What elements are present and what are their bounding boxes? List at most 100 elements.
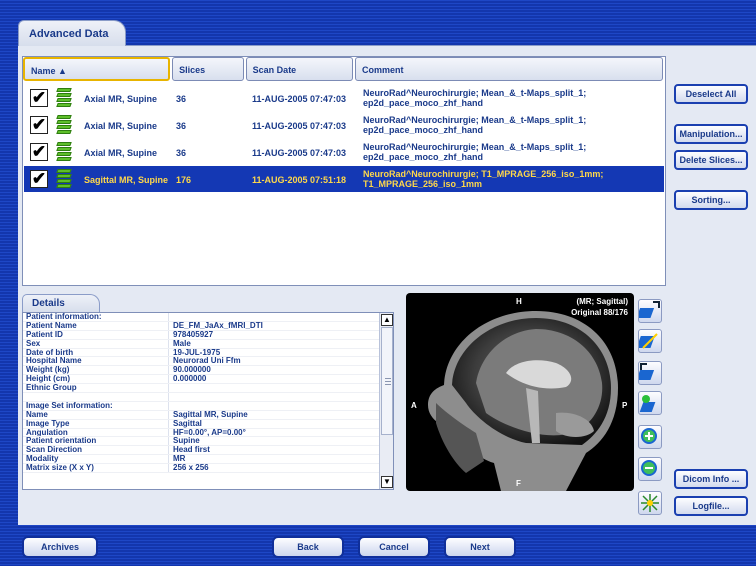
series-list: Name ▲ Slices Scan Date Comment ✔ Axial M… bbox=[22, 56, 666, 286]
orientation-right: P bbox=[622, 401, 628, 410]
sorting-button[interactable]: Sorting... bbox=[674, 190, 748, 210]
detail-key: Height (cm) bbox=[23, 375, 169, 384]
detail-key: Angulation bbox=[23, 428, 169, 437]
orientation-bottom: F bbox=[516, 479, 521, 488]
row-checkbox[interactable]: ✔ bbox=[30, 143, 48, 161]
zoom-out-icon[interactable] bbox=[638, 457, 662, 481]
move-icon[interactable] bbox=[638, 391, 662, 415]
detail-value: Male bbox=[173, 338, 191, 348]
detail-value: DE_FM_JaAx_fMRI_DTI bbox=[173, 320, 263, 330]
detail-value: 19-JUL-1975 bbox=[173, 347, 221, 357]
cell-slices: 36 bbox=[176, 148, 187, 158]
cell-name: Axial MR, Supine bbox=[84, 148, 158, 158]
dicom-info-button[interactable]: Dicom Info ... bbox=[674, 469, 748, 489]
series-stack-icon bbox=[56, 88, 73, 108]
detail-key: Ethnic Group bbox=[23, 384, 169, 393]
detail-value: Neurorad Uni Ffm bbox=[173, 356, 241, 366]
detail-value: Supine bbox=[173, 436, 200, 446]
cell-scan-date: 11-AUG-2005 07:47:03 bbox=[252, 121, 347, 131]
detail-row: Angulation HF=0.00°, AP=0.00° bbox=[23, 428, 393, 438]
detail-row: Name Sagittal MR, Supine bbox=[23, 409, 393, 420]
detail-value bbox=[169, 393, 173, 401]
center-icon[interactable] bbox=[638, 491, 662, 515]
detail-key: Patient Name bbox=[23, 321, 169, 330]
detail-row bbox=[23, 393, 393, 402]
series-stack-icon bbox=[56, 142, 73, 162]
detail-key: Image Type bbox=[23, 419, 169, 428]
viewer-info-line2: Original 88/176 bbox=[571, 308, 628, 317]
list-header: Name ▲ Slices Scan Date Comment bbox=[23, 57, 665, 81]
tab-advanced-data[interactable]: Advanced Data bbox=[18, 20, 126, 46]
cell-name: Sagittal MR, Supine bbox=[84, 175, 169, 185]
archives-button[interactable]: Archives bbox=[22, 536, 98, 558]
cell-comment: NeuroRad^Neurochirurgie; Mean_&_t-Maps_s… bbox=[363, 115, 586, 135]
delete-slices-button[interactable]: Delete Slices... bbox=[674, 150, 748, 170]
column-header-scan-date[interactable]: Scan Date bbox=[245, 57, 354, 81]
detail-value: 0.000000 bbox=[173, 374, 207, 384]
image-viewer[interactable]: H F A P (MR; Sagittal) Original 88/176 bbox=[406, 293, 634, 491]
rotate-left-icon[interactable] bbox=[636, 299, 662, 323]
row-checkbox[interactable]: ✔ bbox=[30, 170, 48, 188]
detail-row: Scan Direction Head first bbox=[23, 445, 393, 456]
rotate-right-icon[interactable] bbox=[636, 361, 662, 385]
comment-line-2: T1_MPRAGE_256_iso_1mm bbox=[363, 179, 483, 189]
cell-scan-date: 11-AUG-2005 07:47:03 bbox=[252, 94, 347, 104]
table-row[interactable]: ✔ Axial MR, Supine 36 11-AUG-2005 07:47:03 N… bbox=[24, 85, 664, 111]
detail-key: Scan Direction bbox=[23, 446, 169, 455]
detail-value: Head first bbox=[173, 445, 210, 455]
tab-details[interactable]: Details bbox=[22, 294, 100, 312]
cancel-button[interactable]: Cancel bbox=[358, 536, 430, 558]
detail-value: MR bbox=[173, 454, 186, 464]
detail-value: Sagittal MR, Supine bbox=[173, 409, 248, 419]
table-row[interactable]: ✔ Sagittal MR, Supine 176 11-AUG-2005 07:51… bbox=[24, 166, 664, 192]
row-checkbox[interactable]: ✔ bbox=[30, 116, 48, 134]
details-scrollbar[interactable]: ▲ ▼ bbox=[379, 313, 393, 489]
detail-value: 256 x 256 bbox=[173, 463, 209, 473]
scroll-down-icon[interactable]: ▼ bbox=[381, 476, 393, 488]
cell-scan-date: 11-AUG-2005 07:51:18 bbox=[252, 175, 347, 185]
detail-key: Weight (kg) bbox=[23, 366, 169, 375]
detail-row: Height (cm) 0.000000 bbox=[23, 374, 393, 385]
cell-slices: 176 bbox=[176, 175, 192, 185]
comment-line-1: NeuroRad^Neurochirurgie; T1_MPRAGE_256_i… bbox=[363, 169, 604, 179]
column-header-slices[interactable]: Slices bbox=[172, 57, 244, 81]
manipulation-button[interactable]: Manipulation... bbox=[674, 124, 748, 144]
detail-key: Name bbox=[23, 410, 169, 419]
comment-line-1: NeuroRad^Neurochirurgie; Mean_&_t-Maps_s… bbox=[363, 142, 587, 152]
scroll-up-icon[interactable]: ▲ bbox=[381, 314, 393, 326]
cell-name: Axial MR, Supine bbox=[84, 121, 158, 131]
column-header-comment[interactable]: Comment bbox=[355, 57, 664, 81]
comment-line-2: ep2d_pace_moco_zhf_hand bbox=[363, 125, 484, 135]
detail-value: 90.000000 bbox=[173, 365, 211, 375]
back-button[interactable]: Back bbox=[272, 536, 344, 558]
cell-scan-date: 11-AUG-2005 07:47:03 bbox=[252, 148, 347, 158]
detail-key: Sex bbox=[23, 339, 169, 348]
next-button[interactable]: Next bbox=[444, 536, 516, 558]
comment-line-2: ep2d_pace_moco_zhf_hand bbox=[363, 152, 484, 162]
detail-key: Patient ID bbox=[23, 330, 169, 339]
detail-key: Patient information: bbox=[23, 313, 169, 321]
detail-value bbox=[169, 402, 173, 410]
column-header-name[interactable]: Name ▲ bbox=[23, 57, 171, 81]
logfile-button[interactable]: Logfile... bbox=[674, 496, 748, 516]
cell-slices: 36 bbox=[176, 94, 187, 104]
detail-row: Matrix size (X x Y) 256 x 256 bbox=[23, 463, 393, 474]
cell-comment: NeuroRad^Neurochirurgie; T1_MPRAGE_256_i… bbox=[363, 169, 603, 189]
comment-line-2: ep2d_pace_moco_zhf_hand bbox=[363, 98, 484, 108]
detail-value: Sagittal bbox=[173, 418, 202, 428]
detail-key: Hospital Name bbox=[23, 357, 169, 366]
comment-line-1: NeuroRad^Neurochirurgie; Mean_&_t-Maps_s… bbox=[363, 115, 587, 125]
detail-key: Date of birth bbox=[23, 348, 169, 357]
flip-icon[interactable] bbox=[636, 329, 662, 353]
viewer-info-line1: (MR; Sagittal) bbox=[576, 297, 628, 306]
table-row[interactable]: ✔ Axial MR, Supine 36 11-AUG-2005 07:47:03 N… bbox=[24, 112, 664, 138]
zoom-in-icon[interactable] bbox=[638, 425, 662, 449]
deselect-all-button[interactable]: Deselect All bbox=[674, 84, 748, 104]
cell-comment: NeuroRad^Neurochirurgie; Mean_&_t-Maps_s… bbox=[363, 142, 586, 162]
orientation-left: A bbox=[411, 401, 417, 410]
detail-row: Patient ID 978405927 bbox=[23, 329, 393, 340]
table-row[interactable]: ✔ Axial MR, Supine 36 11-AUG-2005 07:47:03 N… bbox=[24, 139, 664, 165]
row-checkbox[interactable]: ✔ bbox=[30, 89, 48, 107]
scroll-thumb[interactable] bbox=[381, 327, 393, 435]
detail-value: 978405927 bbox=[173, 329, 214, 339]
